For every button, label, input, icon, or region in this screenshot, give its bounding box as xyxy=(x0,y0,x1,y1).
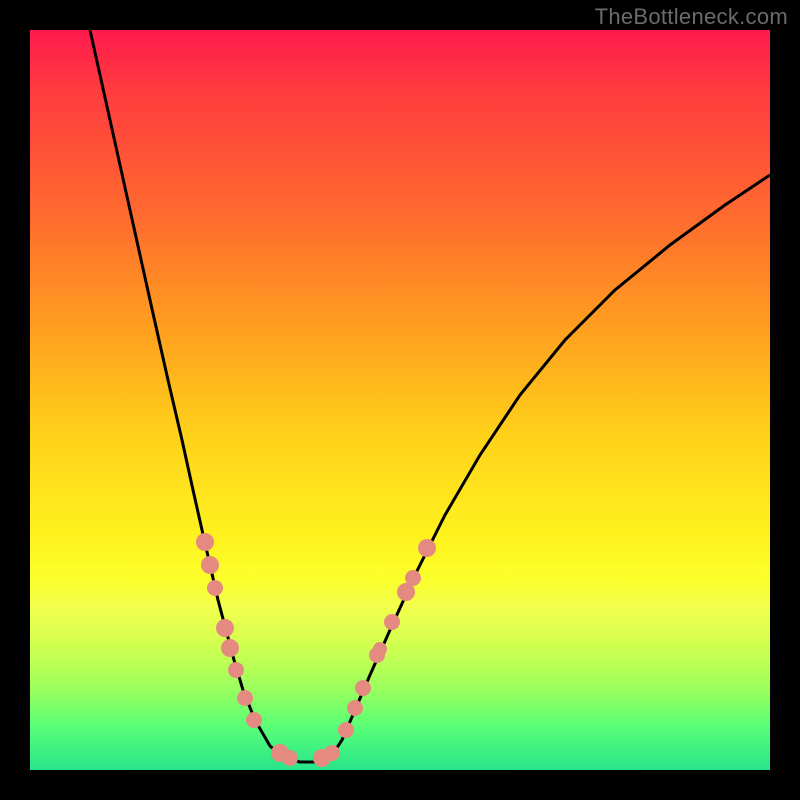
marker-point xyxy=(221,639,239,657)
marker-point xyxy=(355,680,371,696)
marker-point xyxy=(418,539,436,557)
bottleneck-chart xyxy=(30,30,770,770)
marker-point xyxy=(347,700,363,716)
curve-segment-right xyxy=(330,175,770,758)
marker-point xyxy=(237,690,253,706)
chart-frame xyxy=(30,30,770,770)
curve-segment-left xyxy=(90,30,285,758)
marker-point xyxy=(384,614,400,630)
marker-point xyxy=(216,619,234,637)
marker-point xyxy=(373,642,387,656)
marker-point xyxy=(201,556,219,574)
marker-point xyxy=(324,745,340,761)
marker-point xyxy=(338,722,354,738)
marker-point xyxy=(207,580,223,596)
watermark-text: TheBottleneck.com xyxy=(595,4,788,30)
marker-point xyxy=(196,533,214,551)
marker-point xyxy=(282,750,298,766)
marker-point xyxy=(405,570,421,586)
marker-point xyxy=(246,712,262,728)
marker-group xyxy=(196,533,436,767)
marker-point xyxy=(228,662,244,678)
